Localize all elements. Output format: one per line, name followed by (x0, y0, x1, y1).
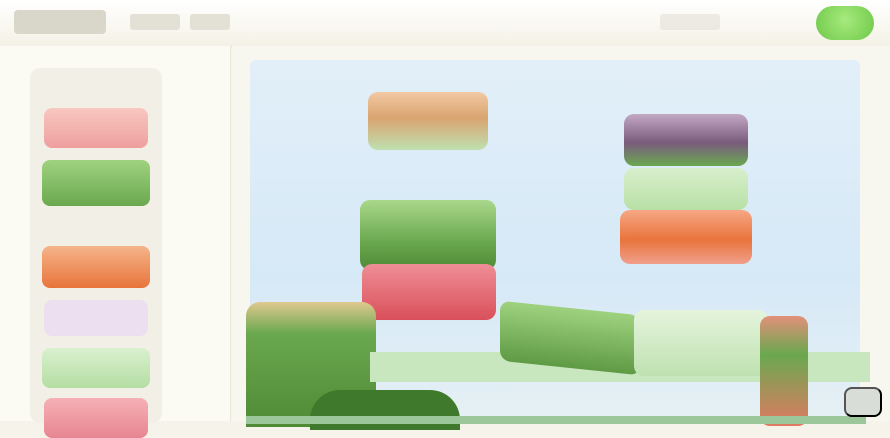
platform-pale (634, 310, 768, 376)
ground-base (246, 416, 866, 424)
sky-area (246, 60, 870, 430)
stack-block-purple[interactable] (624, 114, 748, 166)
nav-item[interactable] (190, 14, 230, 30)
tray-piece-light-green[interactable] (42, 348, 150, 388)
game-board (232, 46, 890, 430)
piece-sidebar (0, 46, 231, 438)
play-button[interactable] (816, 6, 874, 40)
tray-piece-lavender[interactable] (44, 300, 148, 336)
tray-piece-orange[interactable] (42, 246, 150, 288)
tray-piece-green[interactable] (42, 160, 150, 206)
corner-control-button[interactable] (844, 387, 882, 417)
stack-block-red[interactable] (362, 264, 496, 320)
tray-piece-salmon[interactable] (44, 108, 148, 148)
piece-tray (30, 68, 162, 438)
floating-block-sand[interactable] (368, 92, 488, 150)
pillar-right (760, 316, 808, 426)
stack-block-orange[interactable] (620, 210, 752, 264)
nav-item[interactable] (660, 14, 720, 30)
stack-block-green[interactable] (360, 200, 496, 270)
logo (14, 10, 106, 34)
stack-block-light-green[interactable] (624, 168, 748, 210)
tray-piece-pink[interactable] (44, 398, 148, 438)
top-bar (0, 0, 890, 47)
hill-dark-left (310, 390, 460, 430)
nav-item[interactable] (130, 14, 180, 30)
